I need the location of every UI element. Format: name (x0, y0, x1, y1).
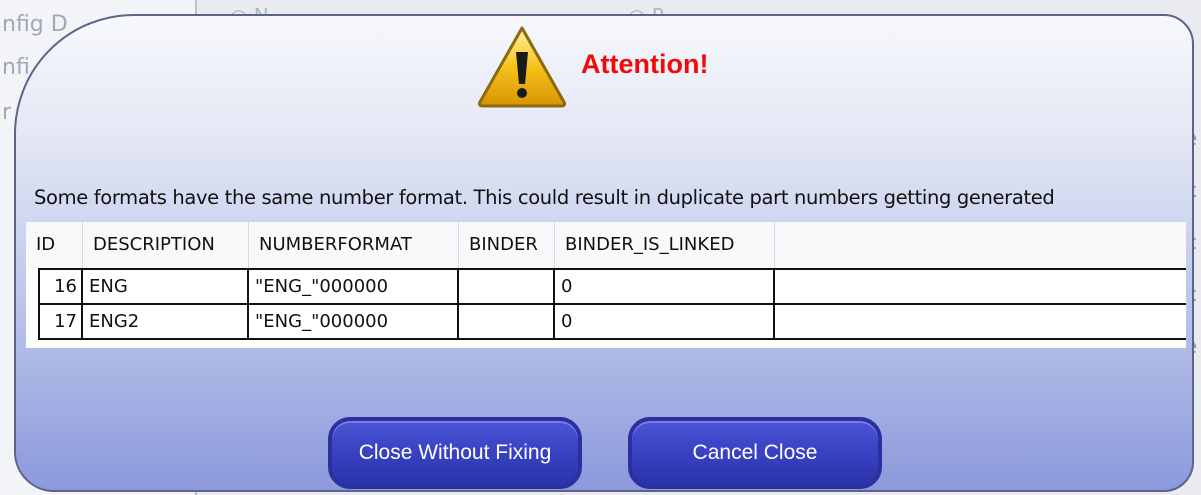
cell-numberformat: "ENG_"000000 (249, 270, 459, 303)
cell-numberformat: "ENG_"000000 (249, 305, 459, 338)
cell-binder-is-linked: 0 (555, 305, 775, 338)
column-header-binder[interactable]: BINDER (459, 222, 555, 268)
table-row[interactable]: 17 ENG2 "ENG_"000000 0 (38, 303, 1186, 338)
dialog-title: Attention! (581, 49, 709, 79)
cell-description: ENG2 (83, 305, 249, 338)
column-header-id[interactable]: ID (26, 222, 83, 268)
cell-binder-is-linked: 0 (555, 270, 775, 303)
warning-message: Some formats have the same number format… (34, 186, 1055, 209)
background-left-text: nfi (2, 55, 30, 80)
cell-description: ENG (83, 270, 249, 303)
table-row[interactable]: 16 ENG "ENG_"000000 0 (38, 268, 1186, 303)
cell-id: 17 (38, 305, 83, 338)
cell-binder (459, 305, 555, 338)
table-header: ID DESCRIPTION NUMBERFORMAT BINDER BINDE… (26, 222, 1186, 268)
table-bottom-border (38, 338, 1186, 340)
cell-binder (459, 270, 555, 303)
attention-dialog: Attention! Some formats have the same nu… (14, 14, 1194, 492)
background-left-text: r (2, 100, 12, 125)
cell-id: 16 (38, 270, 83, 303)
close-without-fixing-button[interactable]: Close Without Fixing (328, 417, 582, 489)
background-left-text: nfig D (2, 12, 68, 37)
column-header-binder-is-linked[interactable]: BINDER_IS_LINKED (555, 222, 775, 268)
column-header-numberformat[interactable]: NUMBERFORMAT (249, 222, 459, 268)
duplicate-formats-table[interactable]: ID DESCRIPTION NUMBERFORMAT BINDER BINDE… (26, 222, 1186, 348)
cancel-close-button[interactable]: Cancel Close (628, 417, 882, 489)
warning-icon (477, 26, 567, 108)
column-header-description[interactable]: DESCRIPTION (83, 222, 249, 268)
